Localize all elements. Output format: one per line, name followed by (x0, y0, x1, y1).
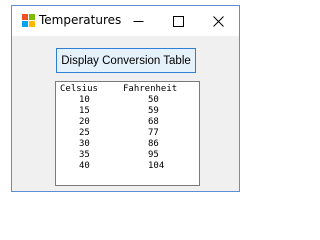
maximize-icon (172, 15, 184, 27)
form-app-icon (22, 14, 35, 27)
close-button[interactable] (198, 6, 238, 36)
table-row[interactable]: 35 95 (56, 150, 199, 161)
table-row[interactable]: 25 77 (56, 128, 199, 139)
table-row[interactable]: 40 104 (56, 161, 199, 172)
table-row[interactable]: 15 59 (56, 106, 199, 117)
window-title: Temperatures (39, 13, 122, 27)
fahrenheit-value: 95 (148, 150, 159, 160)
close-icon (212, 15, 224, 27)
celsius-value: 35 (79, 150, 90, 160)
celsius-value: 10 (79, 95, 90, 105)
fahrenheit-value: 86 (148, 139, 159, 149)
conversion-listbox[interactable]: Celsius Fahrenheit 10 50 15 59 20 68 25 … (55, 81, 200, 186)
table-row[interactable]: 20 68 (56, 117, 199, 128)
header-celsius: Celsius (60, 84, 98, 94)
title-bar[interactable]: Temperatures (12, 6, 239, 36)
header-fahrenheit: Fahrenheit (123, 84, 178, 94)
fahrenheit-value: 50 (148, 95, 159, 105)
maximize-button[interactable] (158, 6, 198, 36)
celsius-value: 20 (79, 117, 90, 127)
fahrenheit-value: 77 (148, 128, 159, 138)
celsius-value: 40 (79, 161, 90, 171)
display-conversion-table-button[interactable]: Display Conversion Table (56, 48, 196, 73)
minimize-button[interactable] (118, 6, 158, 36)
table-row[interactable]: 30 86 (56, 139, 199, 150)
fahrenheit-value: 68 (148, 117, 159, 127)
celsius-value: 15 (79, 106, 90, 116)
table-header-row: Celsius Fahrenheit (56, 84, 199, 95)
table-row[interactable]: 10 50 (56, 95, 199, 106)
celsius-value: 25 (79, 128, 90, 138)
minimize-icon (133, 20, 143, 22)
fahrenheit-value: 59 (148, 106, 159, 116)
celsius-value: 30 (79, 139, 90, 149)
fahrenheit-value: 104 (148, 161, 165, 171)
form-window: Temperatures Display Conversion Table Ce… (11, 5, 240, 192)
